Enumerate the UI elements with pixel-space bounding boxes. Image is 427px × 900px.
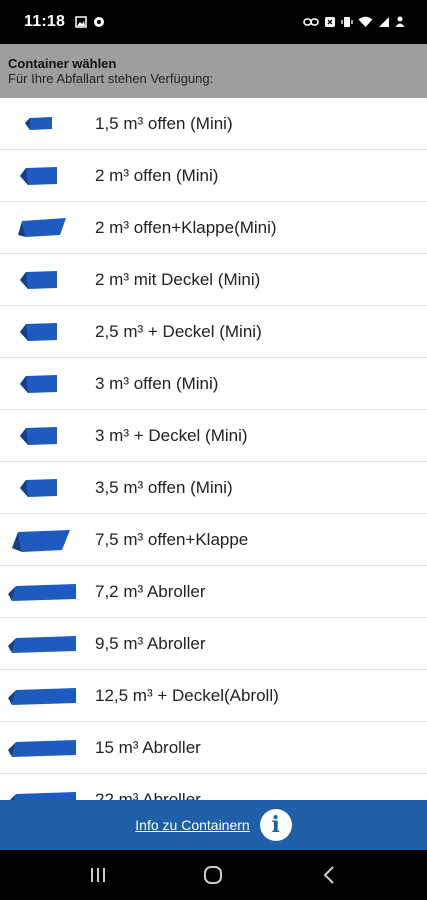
container-label: 3 m³ offen (Mini) bbox=[95, 373, 219, 393]
wifi-icon bbox=[358, 16, 373, 27]
vibrate-icon bbox=[341, 17, 353, 27]
container-image bbox=[0, 358, 95, 410]
recents-icon[interactable] bbox=[78, 860, 118, 890]
container-image bbox=[0, 618, 95, 670]
person-icon bbox=[395, 16, 405, 27]
container-image bbox=[0, 670, 95, 722]
container-image bbox=[0, 306, 95, 358]
container-label: 2 m³ mit Deckel (Mini) bbox=[95, 269, 261, 289]
container-list-item[interactable]: 7,5 m³ offen+Klappe bbox=[0, 514, 427, 566]
container-image bbox=[0, 254, 95, 306]
container-label: 3 m³ + Deckel (Mini) bbox=[95, 425, 248, 445]
container-image bbox=[0, 462, 95, 514]
container-label: 2 m³ offen (Mini) bbox=[95, 165, 219, 185]
info-icon[interactable]: i bbox=[259, 809, 292, 841]
container-image bbox=[0, 202, 95, 254]
container-label: 2 m³ offen+Klappe(Mini) bbox=[95, 217, 277, 237]
header: Container wählen Für Ihre Abfallart steh… bbox=[0, 44, 427, 98]
header-title: Container wählen bbox=[8, 56, 117, 71]
container-list-item[interactable]: 3 m³ offen (Mini) bbox=[0, 358, 427, 410]
container-label: 15 m³ Abroller bbox=[95, 737, 201, 757]
container-image bbox=[0, 410, 95, 462]
navigation-bar bbox=[0, 850, 427, 900]
container-image bbox=[0, 566, 95, 618]
footer-bar: Info zu Containern i bbox=[0, 800, 427, 850]
info-containers-link[interactable]: Info zu Containern bbox=[135, 817, 249, 833]
container-list-item[interactable]: 3 m³ + Deckel (Mini) bbox=[0, 410, 427, 462]
container-list-item[interactable]: 12,5 m³ + Deckel(Abroll) bbox=[0, 670, 427, 722]
container-label: 9,5 m³ Abroller bbox=[95, 633, 206, 653]
gallery-icon bbox=[75, 16, 87, 28]
container-image bbox=[0, 514, 95, 566]
status-time: 11:18 bbox=[24, 13, 66, 30]
settings-badge-icon bbox=[94, 17, 105, 27]
container-image bbox=[0, 98, 95, 150]
container-list-item[interactable]: 2 m³ offen (Mini) bbox=[0, 150, 427, 202]
header-subtitle: Für Ihre Abfallart stehen Verfügung: bbox=[8, 71, 214, 86]
home-icon[interactable] bbox=[193, 860, 233, 890]
container-list[interactable]: 1,5 m³ offen (Mini) 2 m³ offen (Mini) 2 m³… bbox=[0, 98, 427, 800]
container-list-item[interactable]: 2,5 m³ + Deckel (Mini) bbox=[0, 306, 427, 358]
container-list-item[interactable]: 15 m³ Abroller bbox=[0, 722, 427, 774]
signal-icon bbox=[379, 17, 389, 27]
container-label: 7,2 m³ Abroller bbox=[95, 581, 206, 601]
container-list-item[interactable]: 7,2 m³ Abroller bbox=[0, 566, 427, 618]
container-list-item[interactable]: 2 m³ offen+Klappe(Mini) bbox=[0, 202, 427, 254]
container-label: 12,5 m³ + Deckel(Abroll) bbox=[95, 685, 279, 705]
container-label: 3,5 m³ offen (Mini) bbox=[95, 477, 233, 497]
alarm-icon bbox=[325, 17, 335, 27]
status-bar: 11:18 bbox=[0, 0, 427, 44]
link-icon bbox=[303, 18, 319, 26]
container-image bbox=[0, 722, 95, 774]
back-icon[interactable] bbox=[309, 860, 349, 890]
container-image bbox=[0, 150, 95, 202]
container-list-item[interactable]: 9,5 m³ Abroller bbox=[0, 618, 427, 670]
container-label: 22 m³ Abroller bbox=[95, 789, 201, 801]
container-list-item[interactable]: 3,5 m³ offen (Mini) bbox=[0, 462, 427, 514]
container-list-item[interactable]: 22 m³ Abroller bbox=[0, 774, 427, 800]
container-label: 7,5 m³ offen+Klappe bbox=[95, 529, 249, 549]
container-label: 2,5 m³ + Deckel (Mini) bbox=[95, 321, 262, 341]
container-image bbox=[0, 774, 95, 800]
container-list-item[interactable]: 2 m³ mit Deckel (Mini) bbox=[0, 254, 427, 306]
container-label: 1,5 m³ offen (Mini) bbox=[95, 113, 233, 133]
container-list-item[interactable]: 1,5 m³ offen (Mini) bbox=[0, 98, 427, 150]
